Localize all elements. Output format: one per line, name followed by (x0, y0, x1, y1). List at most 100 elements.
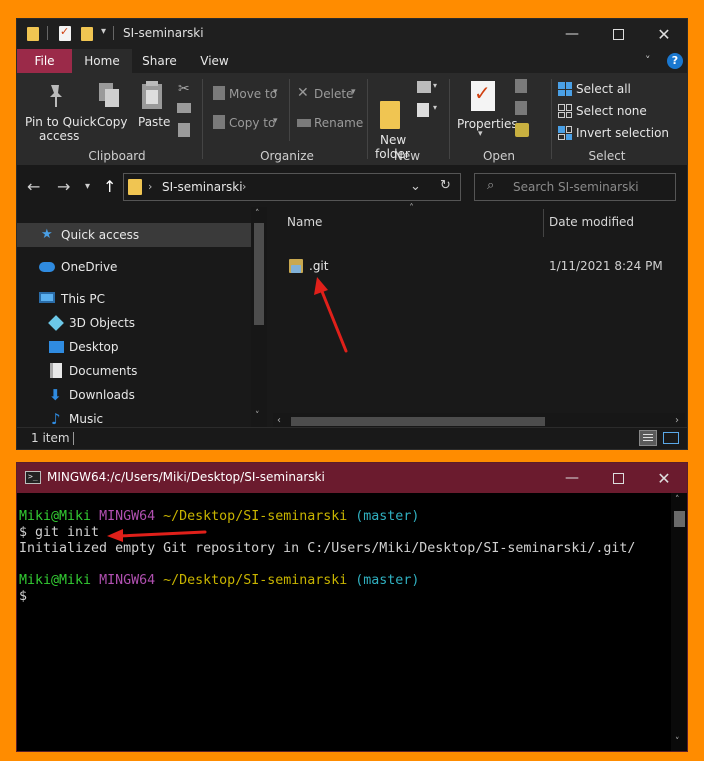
terminal-scrollbar[interactable]: ˄ ˅ (671, 493, 687, 751)
up-arrow-icon[interactable]: ↑ (103, 177, 116, 196)
scroll-left-icon[interactable]: ‹ (277, 415, 281, 426)
tab-file[interactable]: File (17, 49, 72, 73)
recent-locations-icon[interactable]: ▾ (85, 181, 90, 192)
pin-icon (45, 83, 67, 112)
delete-button[interactable]: Delete (314, 87, 353, 101)
command-line: $ git init (19, 525, 100, 540)
breadcrumb-path[interactable]: SI-seminarski (162, 180, 243, 194)
scroll-up-icon[interactable]: ˄ (675, 495, 680, 505)
nav-label: 3D Objects (69, 316, 136, 330)
nav-item-documents[interactable]: Documents (17, 359, 251, 383)
window-title: SI-seminarski (123, 26, 204, 40)
folder-icon (27, 27, 39, 41)
column-header-date-modified[interactable]: Date modified (549, 215, 634, 229)
address-box[interactable]: › SI-seminarski › ⌄ ↻ (123, 173, 461, 201)
qab-separator (113, 26, 114, 40)
clipboard-group-label: Clipboard (88, 149, 146, 163)
ribbon-separator (551, 79, 552, 159)
forward-arrow-icon[interactable]: → (57, 177, 70, 196)
nav-scrollbar[interactable]: ˄ ˅ (251, 207, 267, 427)
rename-button[interactable]: Rename (314, 116, 363, 130)
minimize-button[interactable]: — (549, 463, 595, 493)
close-button[interactable]: ✕ (641, 463, 687, 493)
qab-separator (47, 26, 48, 40)
select-none-button[interactable]: Select none (576, 104, 647, 118)
status-bar: 1 item (17, 427, 687, 449)
nav-label: Desktop (69, 340, 119, 354)
maximize-button[interactable] (595, 463, 641, 493)
new-folder-label-line1: New (380, 133, 407, 147)
nav-item-music[interactable]: ♪ Music (17, 407, 251, 429)
h-scroll-thumb[interactable] (291, 417, 545, 426)
tab-home[interactable]: Home (72, 49, 132, 73)
properties-button[interactable]: Properties (457, 117, 518, 131)
nav-item-downloads[interactable]: ⬇ Downloads (17, 383, 251, 407)
terminal-title-bar: >_ MINGW64:/c/Users/Miki/Desktop/SI-semi… (17, 463, 687, 493)
move-to-button[interactable]: Move to (229, 87, 277, 101)
copy-button[interactable]: Copy (97, 115, 127, 129)
copy-path-icon[interactable] (177, 103, 191, 113)
search-icon: ⌕ (487, 178, 495, 193)
ribbon-separator (449, 79, 450, 159)
nav-item-onedrive[interactable]: OneDrive (17, 255, 251, 279)
collapse-ribbon-icon[interactable]: ˅ (645, 54, 651, 67)
open-group-label: Open (482, 149, 516, 163)
search-input[interactable]: ⌕ Search SI-seminarski (474, 173, 676, 201)
copy-to-button[interactable]: Copy to (229, 116, 275, 130)
search-placeholder: Search SI-seminarski (513, 180, 639, 194)
cube-icon (48, 315, 64, 331)
scroll-down-icon[interactable]: ˅ (255, 411, 260, 421)
properties-check-icon[interactable]: ✓ (59, 25, 71, 41)
new-item-icon[interactable] (417, 81, 431, 93)
nav-item-quick-access[interactable]: ★ Quick access (17, 223, 251, 247)
new-folder-icon[interactable] (81, 27, 93, 41)
breadcrumb-chevron-icon[interactable]: › (242, 180, 246, 193)
address-dropdown-icon[interactable]: ⌄ (410, 179, 421, 194)
chevron-down-icon: ▾ (433, 103, 438, 112)
select-none-icon (558, 104, 572, 118)
terminal-app-icon: >_ (25, 471, 41, 484)
nav-label: Documents (69, 364, 138, 378)
file-explorer-window: ✓ ▾ SI-seminarski — ✕ File Home Share Vi… (16, 18, 688, 450)
tab-view[interactable]: View (187, 49, 242, 73)
nav-item-desktop[interactable]: Desktop (17, 335, 251, 359)
file-list: ˄ Name Date modified .git 1/11/2021 8:24… (271, 203, 687, 429)
minimize-button[interactable]: — (549, 19, 595, 49)
maximize-button[interactable] (595, 19, 641, 49)
breadcrumb-chevron-icon: › (148, 180, 153, 193)
nav-item-3d-objects[interactable]: 3D Objects (17, 311, 251, 335)
scroll-down-icon[interactable]: ˅ (675, 737, 680, 747)
edit-icon[interactable] (515, 101, 527, 115)
refresh-icon[interactable]: ↻ (440, 178, 451, 193)
nav-item-this-pc[interactable]: This PC (17, 287, 251, 311)
open-icon[interactable] (515, 79, 527, 93)
terminal-output[interactable]: Miki@Miki MINGW64 ~/Desktop/SI-seminarsk… (19, 509, 635, 605)
help-icon[interactable]: ? (667, 53, 683, 69)
nav-scroll-thumb[interactable] (254, 223, 264, 325)
large-icons-view-icon[interactable] (663, 432, 679, 444)
column-header-name[interactable]: Name (287, 215, 322, 229)
nav-label: Quick access (61, 228, 140, 242)
select-all-icon (558, 82, 572, 96)
scroll-right-icon[interactable]: › (675, 415, 679, 426)
paste-button[interactable]: Paste (138, 115, 170, 129)
qab-dropdown-icon[interactable]: ▾ (101, 26, 106, 37)
cut-icon[interactable]: ✂ (178, 81, 190, 97)
back-arrow-icon[interactable]: ← (27, 177, 40, 196)
invert-selection-button[interactable]: Invert selection (576, 126, 669, 140)
chevron-down-icon: ▾ (351, 87, 356, 97)
select-all-button[interactable]: Select all (576, 82, 631, 96)
paste-shortcut-icon[interactable] (178, 123, 190, 137)
easy-access-icon[interactable] (417, 103, 429, 117)
navigation-pane: ★ Quick access OneDrive This PC 3D Objec… (17, 219, 269, 429)
scroll-up-icon[interactable]: ˄ (255, 209, 260, 219)
tab-share[interactable]: Share (132, 49, 187, 73)
prompt-branch: (master) (355, 573, 420, 588)
nav-label: This PC (61, 292, 105, 306)
history-icon[interactable] (515, 123, 529, 137)
copy-to-icon (213, 115, 225, 129)
download-arrow-icon: ⬇ (49, 386, 62, 404)
terminal-scroll-thumb[interactable] (674, 511, 685, 527)
details-view-icon[interactable] (639, 430, 657, 446)
close-button[interactable]: ✕ (641, 19, 687, 49)
